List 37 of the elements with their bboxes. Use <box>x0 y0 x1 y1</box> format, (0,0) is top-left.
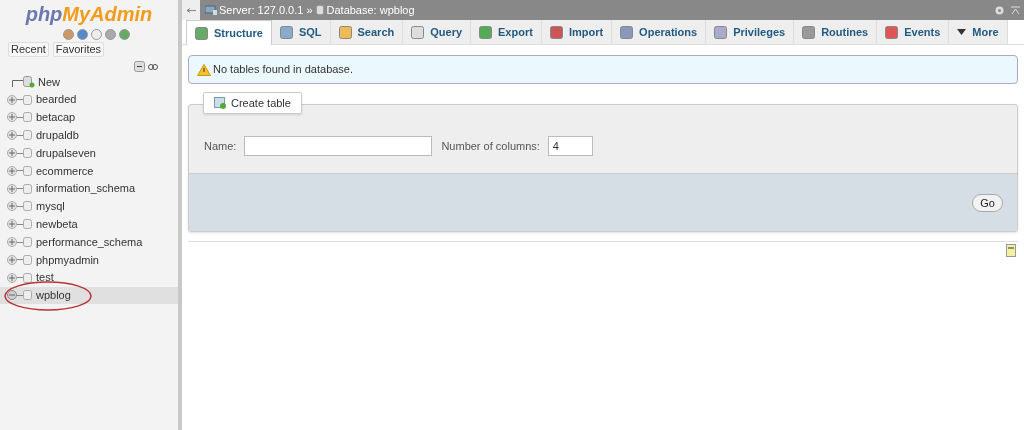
tab[interactable]: Routines <box>794 20 878 44</box>
tab[interactable]: Operations <box>612 20 707 44</box>
database-link[interactable]: betacap <box>36 109 76 126</box>
tab[interactable]: Query <box>403 20 472 44</box>
database-link[interactable]: mysql <box>36 198 65 215</box>
database-link[interactable]: bearded <box>36 91 77 108</box>
database-link[interactable]: phpmyadmin <box>36 251 99 269</box>
database-link[interactable]: New <box>38 73 60 91</box>
tab[interactable]: Export <box>471 20 542 44</box>
columns-field[interactable]: 4 <box>547 136 593 156</box>
breadcrumb-link[interactable]: Database: wpblog <box>326 1 415 19</box>
tab[interactable]: Events <box>877 20 950 44</box>
database-link[interactable]: performance_schema <box>36 233 143 251</box>
database-link[interactable]: newbeta <box>36 216 78 233</box>
legend-text: Create table <box>231 95 291 111</box>
database-link[interactable]: ecommerce <box>36 162 94 180</box>
notice-text: No tables found in database. <box>213 62 354 78</box>
tab[interactable]: Privileges <box>706 20 795 44</box>
breadcrumb-separator: » <box>306 2 313 18</box>
go-button[interactable]: Go <box>972 193 1003 212</box>
database-link[interactable]: drupalseven <box>36 144 96 162</box>
tab[interactable]: Structure <box>186 20 272 45</box>
logo[interactable]: phpMyAdmin <box>25 2 153 26</box>
breadcrumb-link[interactable]: Server: 127.0.0.1 <box>219 1 304 19</box>
name-label: Name: <box>204 138 237 154</box>
database-link[interactable]: test <box>36 269 54 286</box>
sidebar-tab[interactable]: Favorites <box>52 42 105 57</box>
columns-label: Number of columns: <box>441 138 540 154</box>
database-link[interactable]: drupaldb <box>36 127 79 144</box>
tab[interactable]: SQL <box>271 20 331 44</box>
create-table-legend[interactable]: Create table <box>203 92 302 114</box>
tab[interactable]: More <box>949 20 1008 44</box>
selected-row[interactable]: wpblog <box>0 286 178 305</box>
tab[interactable]: Import <box>541 20 613 44</box>
database-link[interactable]: information_schema <box>36 180 136 197</box>
tab[interactable]: Search <box>330 20 404 44</box>
sidebar-tab[interactable]: Recent <box>8 42 49 57</box>
